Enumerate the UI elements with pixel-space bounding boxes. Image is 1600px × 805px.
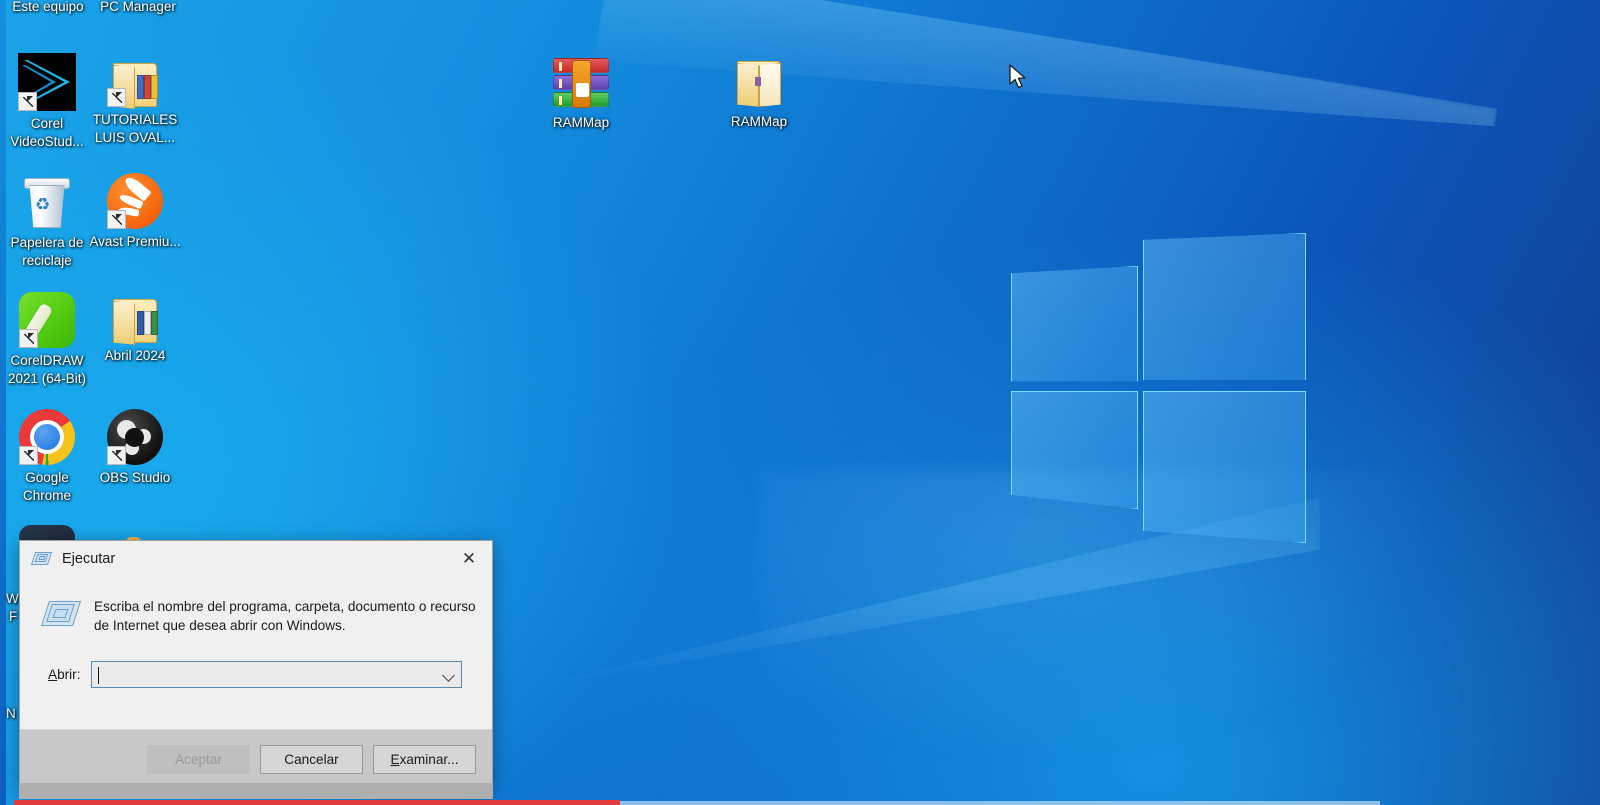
- shortcut-overlay-icon: [107, 210, 126, 229]
- winrar-archive-icon: [553, 58, 609, 110]
- obs-studio-icon: [107, 409, 163, 465]
- open-field-label: Abrir:: [48, 667, 81, 682]
- logo-pane-bottom-right: [1143, 391, 1306, 543]
- desktop-icon-label: TUTORIALES LUIS OVAL...: [92, 112, 178, 145]
- open-combobox[interactable]: [90, 661, 462, 688]
- desktop-icon-obs-studio[interactable]: OBS Studio: [89, 406, 181, 487]
- desktop-icon-label: Papelera de reciclaje: [10, 235, 84, 268]
- bottom-red-strip: [14, 800, 620, 805]
- logo-pane-bottom-left: [1011, 391, 1138, 509]
- desktop-icon-corel-videostudio[interactable]: Corel VideoStud...: [1, 53, 93, 150]
- desktop-icon-este-equipo[interactable]: Este equipo: [2, 0, 94, 16]
- desktop-icon-rammap-archive[interactable]: RAMMap: [535, 53, 627, 132]
- shortcut-overlay-icon: [18, 92, 37, 111]
- desktop-icon-abril-2024[interactable]: Abril 2024: [89, 289, 181, 365]
- run-command-input[interactable]: [91, 662, 461, 687]
- desktop-icon-label: Abril 2024: [104, 348, 166, 363]
- browse-button[interactable]: Examinar...: [373, 745, 476, 774]
- desktop-icon-tutoriales-luis-oval[interactable]: TUTORIALES LUIS OVAL...: [89, 53, 181, 146]
- run-dialog-icon: [30, 551, 53, 567]
- coreldraw-icon: [19, 292, 75, 348]
- shortcut-overlay-icon: [107, 446, 126, 465]
- close-icon[interactable]: ✕: [446, 541, 492, 576]
- dialog-description-row: Escriba el nombre del programa, carpeta,…: [36, 590, 476, 635]
- desktop-icon-label: OBS Studio: [99, 470, 171, 485]
- text-caret: [97, 667, 99, 684]
- desktop-icon-label: Corel VideoStud...: [10, 116, 84, 149]
- cancel-button[interactable]: Cancelar: [260, 745, 363, 774]
- folder-books-icon: [107, 61, 163, 109]
- taskbar-remnant: [19, 783, 493, 799]
- desktop-icon-pc-manager[interactable]: PC Manager: [90, 0, 186, 16]
- shortcut-overlay-icon: [19, 329, 38, 348]
- dialog-body: Escriba el nombre del programa, carpeta,…: [20, 576, 492, 754]
- folder-documents-icon: [107, 297, 163, 345]
- desktop-icon-label: Avast Premiu...: [89, 234, 181, 249]
- dialog-title: Ejecutar: [62, 550, 116, 567]
- avast-icon: [107, 173, 163, 229]
- shortcut-overlay-icon: [19, 446, 38, 465]
- desktop-icon-label: Google Chrome: [22, 470, 71, 503]
- logo-pane-top-left: [1011, 266, 1138, 382]
- run-dialog-large-icon: [40, 600, 82, 630]
- desktop-icon-rammap-folder[interactable]: RAMMap: [713, 53, 805, 131]
- corel-videostudio-icon: [18, 53, 76, 111]
- logo-pane-top-right: [1143, 233, 1306, 380]
- desktop-icon-avast-premium[interactable]: Avast Premiu...: [89, 170, 181, 251]
- desktop-icon-label: PC Manager: [100, 0, 176, 14]
- desktop[interactable]: Este equipo PC Manager Corel VideoStud..…: [0, 0, 1600, 805]
- run-dialog[interactable]: Ejecutar ✕ Escriba el nombre del program…: [19, 540, 493, 790]
- dialog-description: Escriba el nombre del programa, carpeta,…: [94, 599, 476, 633]
- desktop-icon-coreldraw-2021[interactable]: CorelDRAW 2021 (64-Bit): [1, 289, 93, 387]
- mouse-cursor-arrow-icon: [1009, 64, 1026, 89]
- dialog-footer: Aceptar Cancelar Examinar...: [20, 729, 492, 789]
- dialog-titlebar[interactable]: Ejecutar ✕: [20, 541, 492, 576]
- desktop-icon-google-chrome[interactable]: Google Chrome: [1, 406, 93, 504]
- chrome-icon: [19, 409, 75, 465]
- bottom-blue-strip: [620, 801, 1380, 805]
- desktop-icon-papelera-de-reciclaje[interactable]: ♻ Papelera de reciclaje: [1, 170, 93, 269]
- recycle-bin-icon: ♻: [21, 174, 73, 230]
- desktop-icon-label: CorelDRAW 2021 (64-Bit): [7, 353, 87, 386]
- windows-logo-wallpaper: [1009, 233, 1309, 543]
- dialog-open-row: Abrir:: [36, 661, 476, 688]
- desktop-icon-label: Este equipo: [12, 0, 84, 14]
- shortcut-overlay-icon: [107, 88, 126, 107]
- desktop-icon-label: RAMMap: [730, 114, 788, 129]
- folder-open-icon: [731, 59, 787, 109]
- desktop-icon-label: RAMMap: [552, 115, 610, 130]
- accept-button[interactable]: Aceptar: [147, 745, 250, 774]
